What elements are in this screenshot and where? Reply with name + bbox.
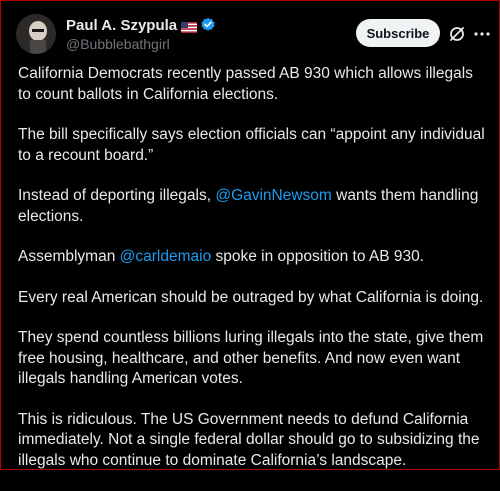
grok-icon[interactable] [448,25,466,43]
post-paragraph-4: Assemblyman @carldemaio spoke in opposit… [18,247,488,268]
name-row: Paul A. Szypula [66,16,216,34]
post-paragraph-6: They spend countless billions luring ill… [18,329,484,387]
mention-gavinnewsom-link[interactable]: @GavinNewsom [215,187,332,204]
paragraph-text: Instead of deporting illegals, [18,187,216,204]
avatar[interactable] [16,14,56,54]
post-paragraph-2: The bill specifically says election offi… [18,126,485,164]
subscribe-button[interactable]: Subscribe [356,19,440,47]
us-flag-icon [181,20,198,33]
post-paragraph-5: Every real American should be outraged b… [18,288,484,306]
post-paragraph-7: This is ridiculous. The US Government ne… [18,410,480,469]
post-paragraph-1: California Democrats recently passed AB … [18,65,473,103]
post-body: California Democrats recently passed AB … [18,64,488,491]
paragraph-text: Assemblyman [18,248,120,265]
post-header: Paul A. Szypula @Bubblebathgirl Subscrib… [16,14,490,58]
author-info: Paul A. Szypula @Bubblebathgirl [66,16,216,52]
post-paragraph-3: Instead of deporting illegals, @GavinNew… [18,186,488,227]
mention-carldemaio-link[interactable]: @carldemaio [120,248,212,265]
author-display-name[interactable]: Paul A. Szypula [66,17,177,34]
avatar-photo [16,14,56,54]
author-handle[interactable]: @Bubblebathgirl [66,36,216,52]
paragraph-text: spoke in opposition to AB 930. [211,248,425,265]
more-options-icon[interactable] [472,24,492,44]
verified-badge-icon[interactable] [200,17,216,33]
